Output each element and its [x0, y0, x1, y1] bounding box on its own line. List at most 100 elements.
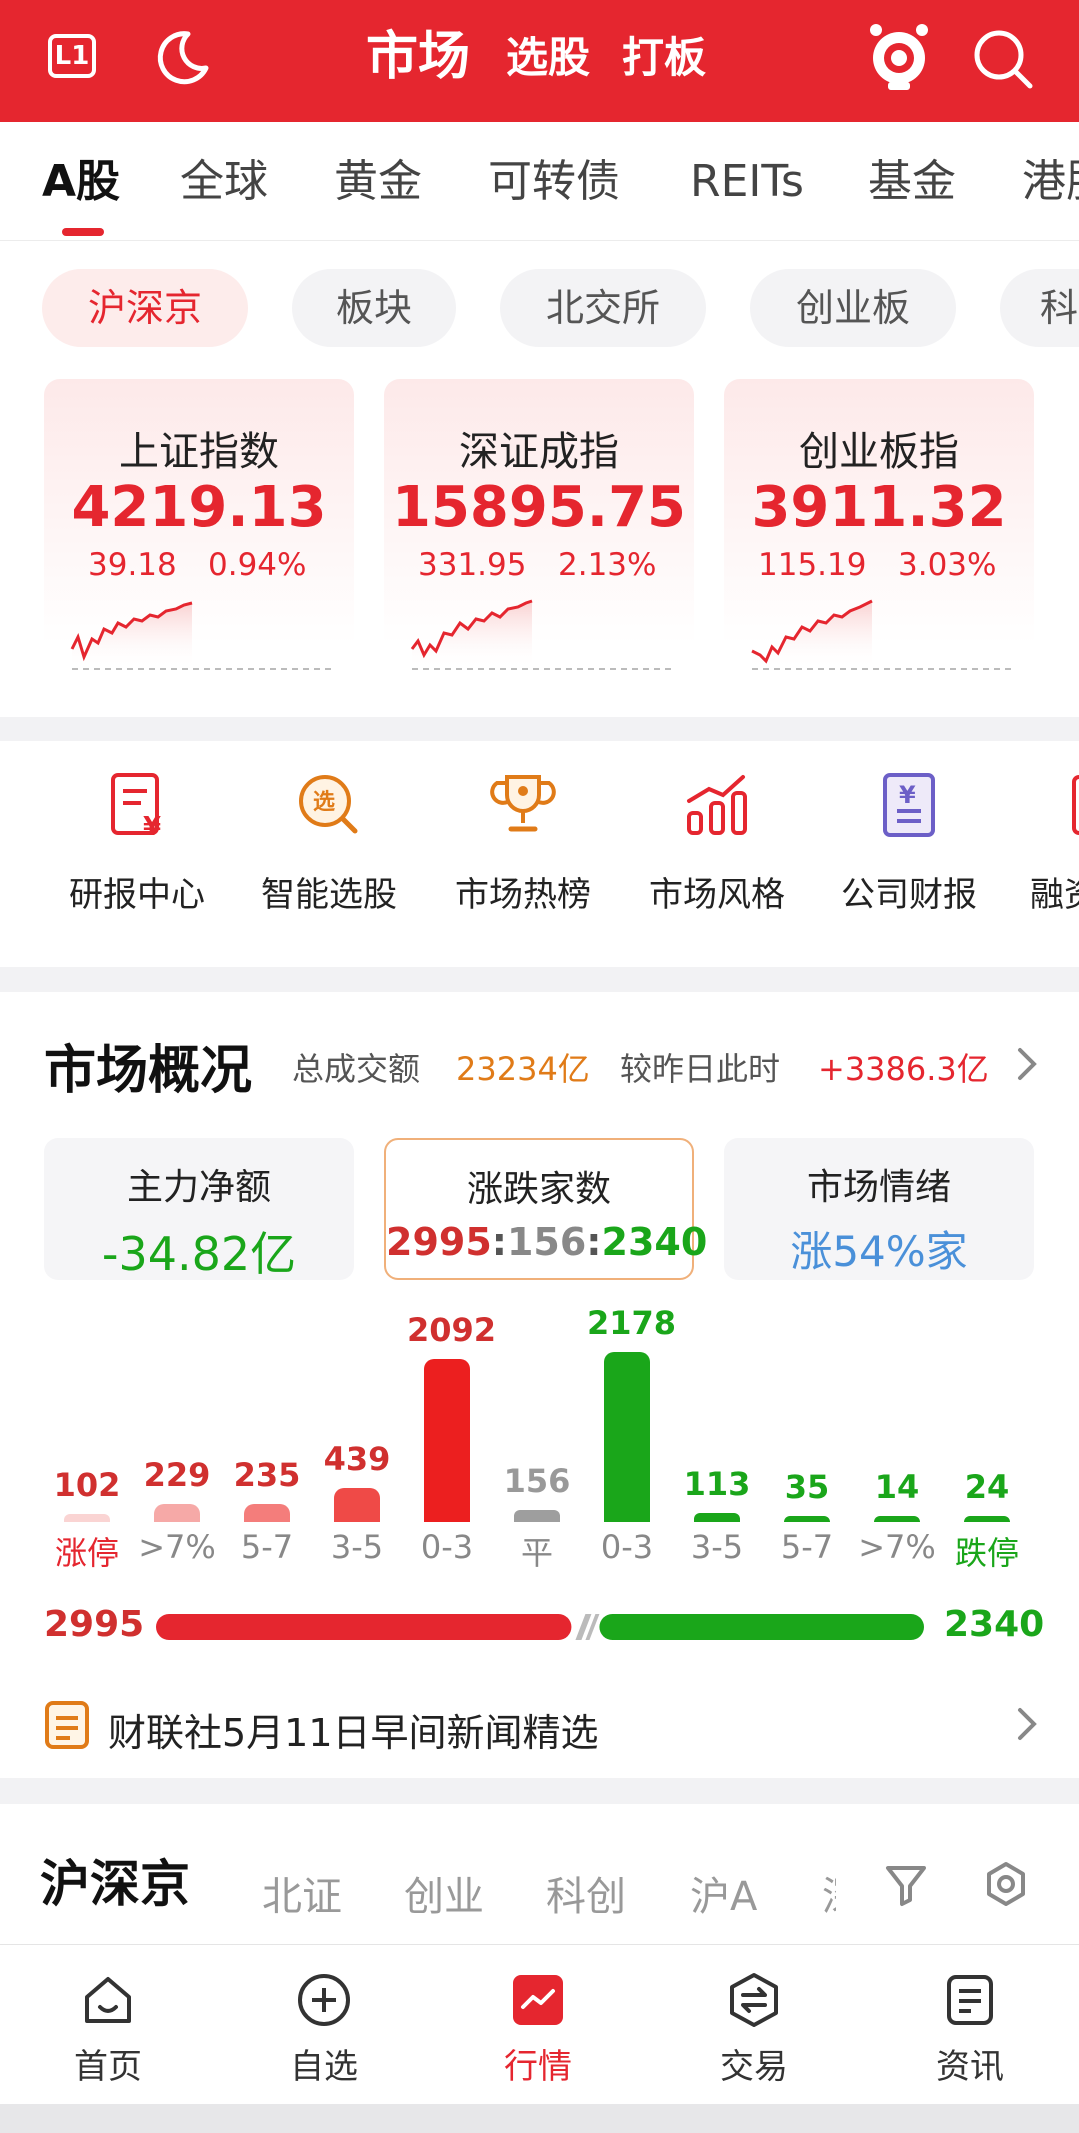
tab-reits[interactable]: REITs: [690, 154, 804, 210]
chip-star[interactable]: 科: [1000, 269, 1079, 347]
exchange-icon: [730, 1973, 778, 2027]
active-tab-indicator: [62, 228, 104, 236]
news-icon: [947, 1975, 993, 2025]
chevron-right-icon[interactable]: [1012, 1704, 1040, 1744]
distribution-category-label: 平: [520, 1534, 553, 1572]
nav-trade[interactable]: 交易: [694, 1971, 814, 2088]
index-change: 115.19: [758, 547, 867, 583]
quick-link-label: 研报中心: [69, 875, 205, 915]
nav-label: 交易: [720, 2047, 788, 2087]
distribution-bar: [784, 1516, 830, 1522]
distribution-value-label: 35: [784, 1468, 830, 1506]
distribution-category-label: >7%: [138, 1528, 216, 1566]
index-name: 上证指数: [119, 429, 279, 475]
distribution-bar: [874, 1516, 920, 1522]
tab-gold[interactable]: 黄金: [334, 154, 422, 210]
level-badge-button[interactable]: L1: [48, 34, 96, 78]
tab-a-share[interactable]: A股: [42, 154, 120, 210]
distribution-value-label: 235: [233, 1455, 301, 1494]
night-mode-icon[interactable]: [152, 28, 212, 88]
distribution-bar: [244, 1503, 290, 1522]
nav-home[interactable]: 首页: [48, 1971, 168, 2088]
distribution-bar: [514, 1509, 560, 1522]
index-card-chinext[interactable]: 创业板指 3911.32 115.19 3.03%: [724, 379, 1034, 691]
quick-link-hot-list[interactable]: 市场热榜: [448, 767, 598, 916]
bottom-nav: 首页 自选 行情 交易 资讯: [0, 1944, 1079, 2105]
margin-icon: [1072, 775, 1079, 835]
filter-icon[interactable]: [882, 1860, 930, 1908]
distribution-value-label: 229: [143, 1456, 211, 1495]
tab-hk-stock[interactable]: 港股: [1022, 154, 1079, 210]
svg-text:选: 选: [313, 790, 335, 815]
quick-link-label: 公司财报: [841, 875, 977, 915]
quick-link-label: 市场风格: [649, 875, 785, 915]
distribution-category-label: 3-5: [690, 1528, 744, 1566]
distribution-category-label: 5-7: [780, 1528, 834, 1566]
nav-news[interactable]: 资讯: [910, 1971, 1030, 2088]
tab-fund[interactable]: 基金: [868, 154, 956, 210]
index-value: 4219.13: [71, 475, 327, 540]
header-link-limit-up[interactable]: 打板: [622, 30, 706, 86]
news-headline-link[interactable]: 财联社5月11日早间新闻精选: [108, 1702, 599, 1757]
distribution-category-label: >7%: [858, 1528, 936, 1566]
quick-link-finance[interactable]: ¥ 公司财报: [834, 767, 984, 916]
stock-list-header: 沪深京 北证 创业 科创 沪A 深: [0, 1804, 1079, 1944]
distribution-category-label: 5-7: [240, 1528, 294, 1566]
index-name: 深证成指: [459, 429, 619, 475]
nav-label: 行情: [504, 2047, 572, 2087]
market-chart-icon: [513, 1975, 563, 2025]
distribution-value-label: 102: [53, 1466, 121, 1505]
quick-link-style[interactable]: 市场风格: [642, 767, 792, 916]
list-tab-sh-a[interactable]: 沪A: [690, 1864, 757, 1922]
chip-bse[interactable]: 北交所: [500, 269, 706, 347]
header-link-stock-pick[interactable]: 选股: [506, 30, 590, 86]
ratio-bar-up: [156, 1614, 572, 1640]
chip-hushenjing[interactable]: 沪深京: [42, 269, 248, 347]
quick-link-label: 市场热榜: [455, 875, 591, 915]
quick-link-margin[interactable]: 融资: [1014, 767, 1079, 916]
nav-label: 自选: [290, 2047, 358, 2087]
mascot-icon[interactable]: [864, 20, 934, 92]
distribution-value-label: 439: [323, 1439, 391, 1478]
tab-global[interactable]: 全球: [180, 154, 268, 210]
index-change-pct: 2.13%: [558, 547, 657, 583]
quick-link-research[interactable]: ¥ 研报中心: [62, 767, 212, 916]
distribution-bar: [424, 1358, 470, 1522]
list-title: 沪深京: [40, 1855, 190, 1913]
distribution-bar: [334, 1487, 380, 1522]
index-card-shenzhen[interactable]: 深证成指 15895.75 331.95 2.13%: [384, 379, 694, 691]
add-circle-icon: [298, 1974, 350, 2026]
index-name: 创业板指: [799, 429, 959, 475]
sub-chips: 沪深京 板块 北交所 创业板 科: [0, 241, 1079, 371]
nav-watchlist[interactable]: 自选: [264, 1971, 384, 2088]
index-value: 3911.32: [751, 475, 1007, 540]
index-change-pct: 3.03%: [898, 547, 997, 583]
list-tab-bse[interactable]: 北证: [262, 1864, 342, 1922]
smart-pick-icon: 选: [299, 775, 358, 834]
news-doc-icon: [45, 1701, 89, 1749]
quick-link-smart-pick[interactable]: 选 智能选股: [254, 767, 404, 916]
nav-market[interactable]: 行情: [478, 1971, 598, 2088]
list-tab-star[interactable]: 科创: [546, 1864, 626, 1922]
chip-sector[interactable]: 板块: [292, 269, 456, 347]
search-icon[interactable]: [970, 26, 1036, 92]
index-change: 331.95: [418, 547, 527, 583]
index-sparkline: [410, 599, 672, 670]
index-card-shanghai[interactable]: 上证指数 4219.13 39.18 0.94%: [44, 379, 354, 691]
nav-label: 资讯: [936, 2047, 1004, 2087]
distribution-bar: [154, 1504, 200, 1522]
distribution-category-label: 跌停: [954, 1534, 1019, 1572]
svg-text:¥: ¥: [899, 781, 916, 809]
tab-convertible-bond[interactable]: 可转债: [488, 154, 620, 210]
distribution-bar: [694, 1513, 740, 1522]
list-tab-sz[interactable]: 深: [822, 1864, 836, 1922]
settings-icon[interactable]: [982, 1860, 1030, 1908]
app-header: L1 市场 选股 打板: [0, 0, 1079, 122]
distribution-bar: [64, 1514, 110, 1522]
distribution-category-label: 3-5: [330, 1528, 384, 1566]
list-tab-chinext[interactable]: 创业: [404, 1864, 484, 1922]
distribution-category-label: 涨停: [54, 1534, 119, 1572]
report-icon: ¥: [111, 773, 161, 842]
chip-chinext[interactable]: 创业板: [750, 269, 956, 347]
index-change: 39.18: [88, 547, 177, 583]
